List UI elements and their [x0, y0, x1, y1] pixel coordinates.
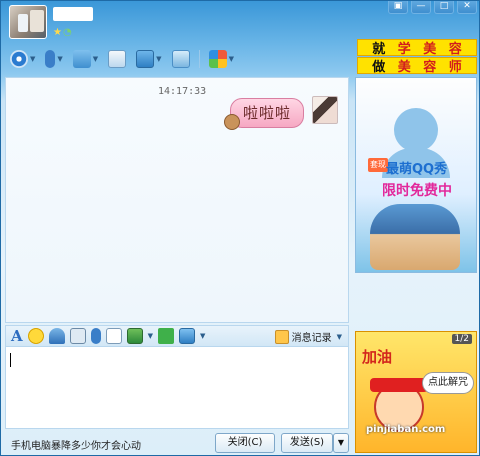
- ad-char: 师: [448, 60, 462, 75]
- sender-avatar[interactable]: [312, 96, 338, 124]
- bubble-decoration-icon: [224, 114, 240, 130]
- magic-expression-icon[interactable]: [48, 328, 65, 344]
- ad-subline: 限时免费中: [382, 183, 452, 199]
- ad-char: 学: [397, 42, 411, 57]
- ad-char: 美: [423, 42, 437, 57]
- contact-avatar[interactable]: [9, 5, 47, 39]
- music-icon[interactable]: [158, 328, 175, 344]
- voice-message-icon[interactable]: [90, 328, 101, 344]
- message-history-button[interactable]: 消息记录 ▼: [274, 329, 342, 344]
- add-chat-icon: [108, 50, 127, 68]
- message-input[interactable]: [5, 347, 349, 429]
- apps-grid-icon: [208, 50, 227, 68]
- close-button[interactable]: 关闭(C): [215, 433, 275, 453]
- title-bar: ★◔ ▣ — □ ✕: [1, 1, 480, 41]
- folder-icon: [72, 50, 91, 68]
- ad-char: 美: [397, 60, 411, 75]
- toolbar-divider: [198, 50, 200, 68]
- chat-window: ★◔ ▣ — □ ✕ ▼ ▼ ▼ ▼ ▼ 就 学 美 容 做 美 容 师 14:…: [0, 0, 480, 456]
- unlock-button[interactable]: 点此解咒: [422, 372, 474, 394]
- game-ad[interactable]: 1/2 加油 点此解咒 pinjiaban.com: [355, 331, 477, 453]
- qq-show-ad[interactable]: 套现 最萌QQ秀 限时免费中: [355, 77, 477, 273]
- chevron-down-icon: ▼: [336, 332, 342, 341]
- send-button[interactable]: 发送(S): [281, 433, 333, 453]
- text-caret: [10, 353, 11, 367]
- input-toolbar: A ▼ ▼ 消息记录 ▼: [5, 325, 349, 347]
- screenshot-icon[interactable]: [179, 328, 196, 344]
- ad-char: 容: [448, 42, 462, 57]
- ad-line-1: 就 学 美 容: [357, 39, 477, 57]
- apps-button[interactable]: ▼: [206, 47, 237, 71]
- promo-link[interactable]: 手机电脑暴降多少你才会心动: [11, 437, 141, 452]
- ad-title: 加油: [362, 348, 393, 366]
- watermark: pinjiaban.com: [366, 424, 446, 435]
- top-ad-banner[interactable]: 就 学 美 容 做 美 容 师: [357, 39, 477, 75]
- close-window-button[interactable]: ✕: [457, 1, 477, 14]
- microphone-icon: [45, 50, 56, 68]
- ad-headline: 最萌QQ秀: [386, 162, 448, 177]
- message-timestamp: 14:17:33: [158, 86, 207, 97]
- shake-window-icon[interactable]: [69, 328, 86, 344]
- chevron-down-icon[interactable]: ▼: [148, 332, 153, 340]
- chevron-down-icon[interactable]: ▼: [93, 55, 98, 63]
- chevron-down-icon[interactable]: ▼: [57, 55, 62, 63]
- minimize-button[interactable]: —: [411, 1, 431, 14]
- create-discussion-button[interactable]: [105, 47, 129, 71]
- avatar-picture: [30, 10, 44, 32]
- send-options-button[interactable]: ▼: [333, 433, 349, 453]
- ad-char: 做: [372, 60, 386, 75]
- ad-tag: 套现: [368, 158, 388, 172]
- voice-call-button[interactable]: ▼: [42, 47, 65, 71]
- status-icons: ★◔: [53, 27, 72, 38]
- window-controls: ▣ — □ ✕: [388, 1, 477, 17]
- star-icon[interactable]: ★: [53, 27, 62, 38]
- font-icon[interactable]: A: [11, 328, 23, 344]
- chevron-down-icon[interactable]: ▼: [200, 332, 205, 340]
- monitor-icon: [136, 50, 155, 68]
- chevron-down-icon[interactable]: ▼: [156, 55, 161, 63]
- skin-button[interactable]: ▣: [388, 1, 408, 14]
- cartoon-characters-image: [370, 204, 460, 270]
- main-toolbar: ▼ ▼ ▼ ▼ ▼: [7, 45, 237, 73]
- ad-line-2: 做 美 容 师: [357, 57, 477, 75]
- phone-icon: [18, 14, 28, 32]
- ad-char: 就: [372, 42, 386, 57]
- screen-share-button[interactable]: [169, 47, 193, 71]
- headband-image: [370, 378, 428, 392]
- message-history[interactable]: 14:17:33 啦啦啦: [5, 77, 349, 323]
- qzone-icon[interactable]: ◔: [63, 27, 72, 38]
- emoji-icon[interactable]: [27, 328, 44, 344]
- ad-page-indicator[interactable]: 1/2: [451, 334, 472, 344]
- history-icon: [274, 329, 289, 344]
- video-call-button[interactable]: ▼: [7, 47, 38, 71]
- camera-icon: [10, 50, 28, 68]
- screen-icon: [171, 50, 190, 68]
- send-image-icon[interactable]: [126, 328, 143, 344]
- doodle-icon[interactable]: [105, 328, 122, 344]
- chevron-down-icon[interactable]: ▼: [30, 55, 35, 63]
- file-transfer-button[interactable]: ▼: [70, 47, 101, 71]
- profile-silhouette-icon: [394, 108, 438, 152]
- bottom-bar: 手机电脑暴降多少你才会心动 关闭(C) 发送(S) ▼: [5, 431, 349, 455]
- message-bubble[interactable]: 啦啦啦: [230, 98, 305, 128]
- chevron-down-icon[interactable]: ▼: [229, 55, 234, 63]
- history-label: 消息记录: [291, 333, 332, 344]
- maximize-button[interactable]: □: [434, 1, 454, 14]
- contact-nickname: [53, 7, 93, 21]
- remote-desktop-button[interactable]: ▼: [133, 47, 164, 71]
- ad-char: 容: [423, 60, 437, 75]
